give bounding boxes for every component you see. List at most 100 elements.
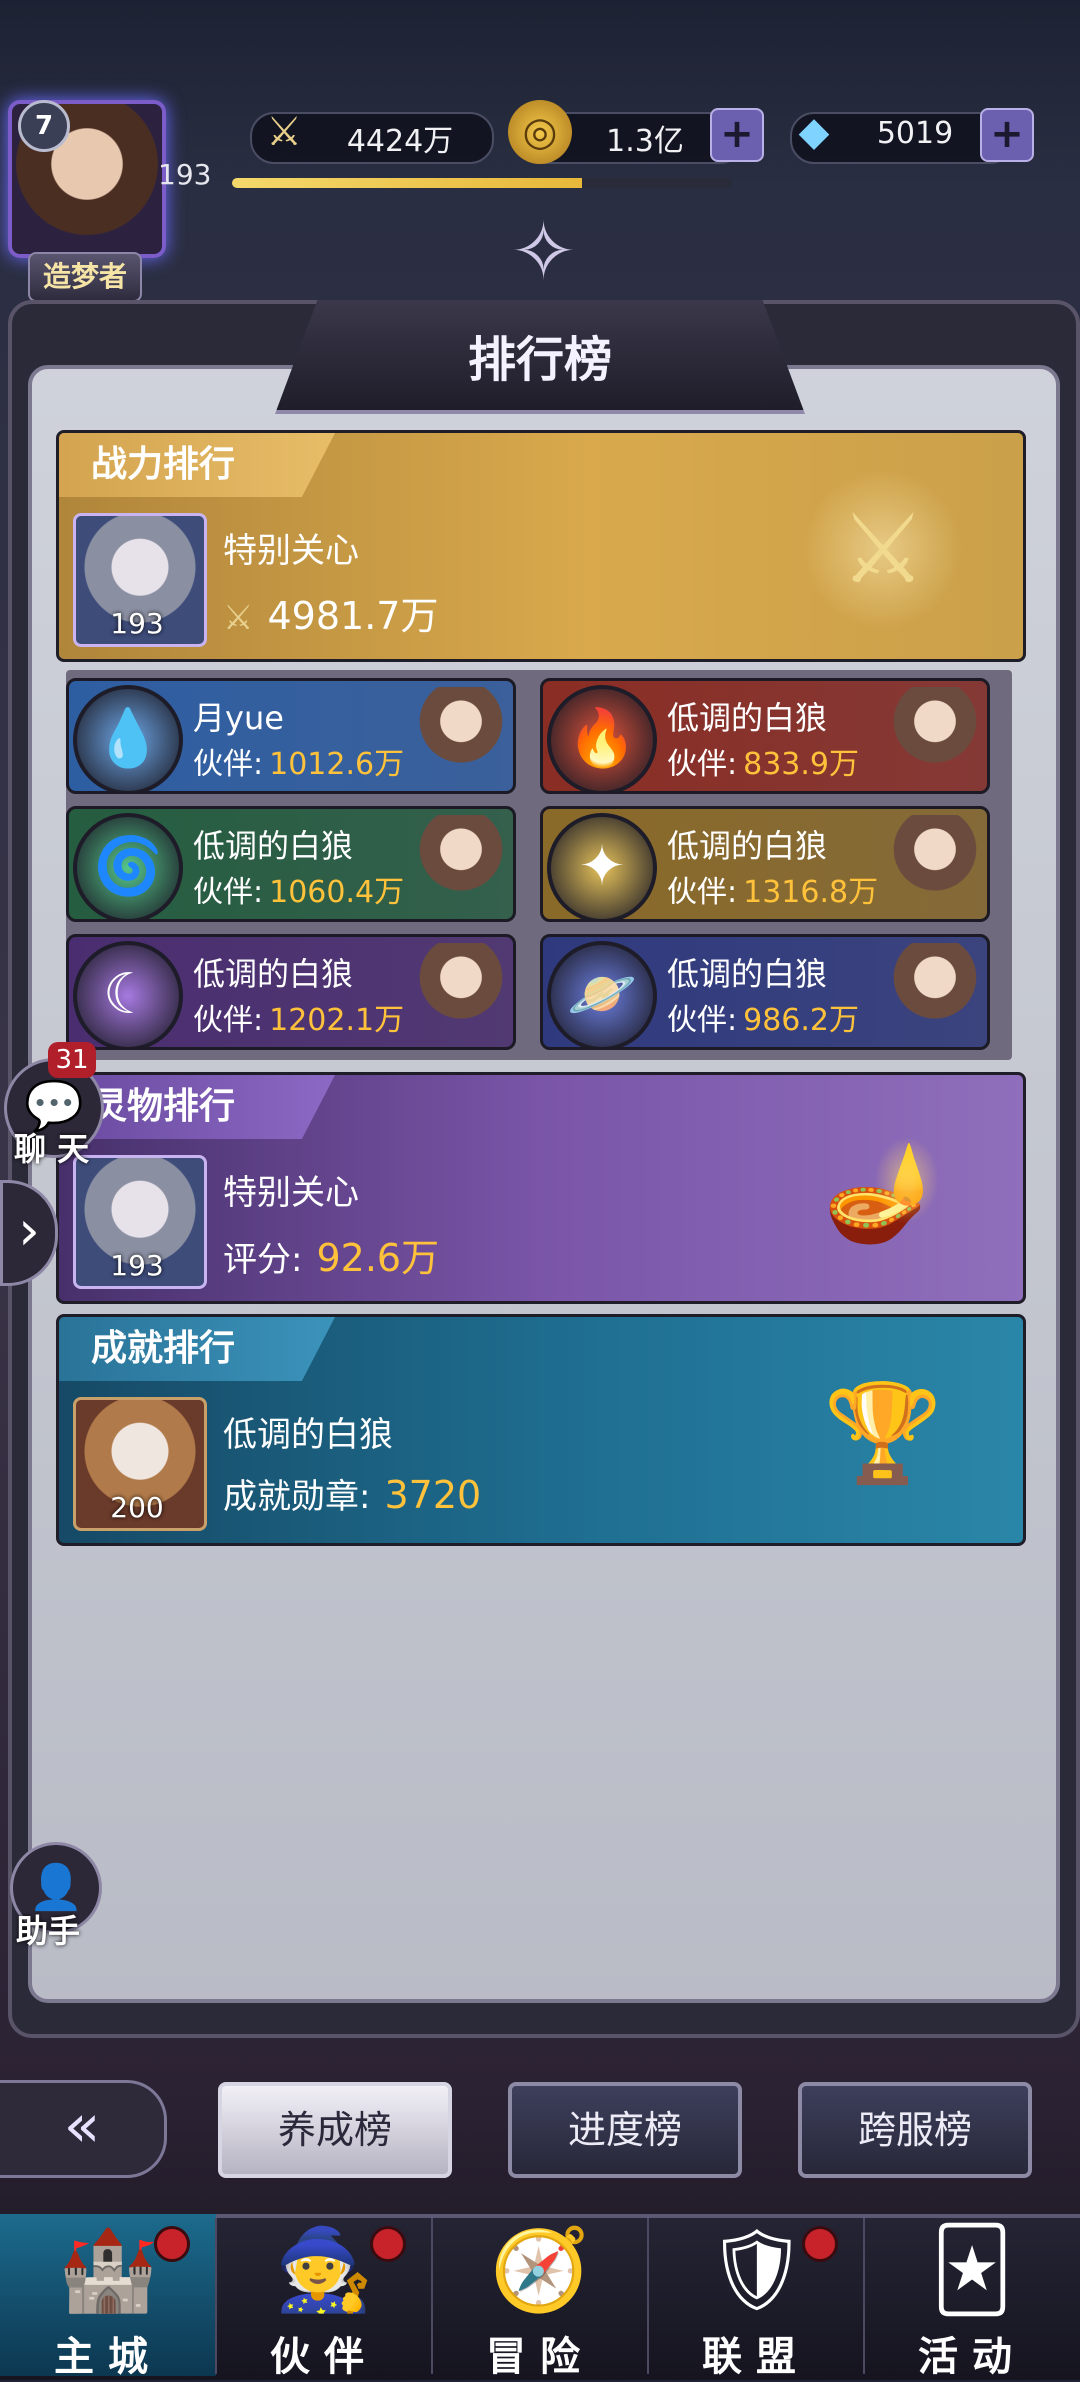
- dark-icon: ☾: [73, 941, 183, 1047]
- element-rank-fire[interactable]: 🔥 低调的白狼 伙伴: 833.9万: [540, 678, 990, 794]
- add-diamond-button[interactable]: +: [980, 108, 1034, 162]
- header-ornament-icon: ✧: [510, 205, 578, 298]
- partner-stat: 伙伴: 986.2万: [667, 995, 859, 1039]
- achievement-ranking-card[interactable]: 成就排行 200 低调的白狼 成就勋章: 3720 🏆: [56, 1314, 1026, 1546]
- player-name: 月yue: [193, 699, 284, 737]
- nav-separator: [647, 2218, 649, 2374]
- add-gold-button[interactable]: +: [710, 108, 764, 162]
- partner-stat: 伙伴: 1202.1万: [193, 995, 404, 1039]
- player-level: 193: [158, 158, 212, 191]
- partner-value: 1202.1万: [269, 1003, 405, 1038]
- page-title: 排行榜: [467, 332, 612, 388]
- tab-growth[interactable]: 养成榜: [218, 2082, 452, 2178]
- gold-coin-icon: ◎: [508, 100, 572, 164]
- element-rank-wind[interactable]: 🌀 低调的白狼 伙伴: 1060.4万: [66, 806, 516, 922]
- partner-stat: 伙伴: 1316.8万: [667, 867, 878, 911]
- element-ranking-grid: 💧 月yue 伙伴: 1012.6万 🔥 低调的白狼 伙伴: 833.9万 🌀 低调的白狼 伙伴: 1…: [66, 670, 1012, 1060]
- wind-icon: 🌀: [73, 813, 183, 919]
- sword-emblem-icon: ⚔: [803, 469, 963, 629]
- element-rank-cosmic[interactable]: 🪐 低调的白狼 伙伴: 986.2万: [540, 934, 990, 1050]
- nav-event[interactable]: 🃏 活动: [864, 2214, 1080, 2380]
- partner-label: 伙伴:: [667, 875, 738, 910]
- nav-label: 主城: [54, 2333, 162, 2380]
- partner-label: 伙伴:: [193, 1003, 264, 1038]
- player-name: 低调的白狼: [223, 1415, 393, 1455]
- nav-label: 伙伴: [270, 2333, 378, 2380]
- partner-value: 1316.8万: [743, 875, 879, 910]
- partner-portrait: [889, 815, 981, 913]
- element-rank-water[interactable]: 💧 月yue 伙伴: 1012.6万: [66, 678, 516, 794]
- sword-icon: ⚔: [223, 598, 254, 638]
- player-name: 低调的白狼: [193, 827, 354, 865]
- power-stat: ⚔ 4981.7万: [223, 585, 438, 640]
- nav-alliance[interactable]: 🛡 联盟: [648, 2214, 864, 2380]
- achievement-stat: 成就勋章: 3720: [223, 1469, 481, 1518]
- player-title: 造梦者: [28, 252, 142, 302]
- partner-icon: 🧙: [274, 2223, 374, 2316]
- sword-icon: ⚔: [266, 109, 302, 155]
- chevron-right-icon: ›: [18, 1199, 40, 1262]
- nav-label: 冒险: [486, 2333, 594, 2380]
- element-rank-light[interactable]: ✦ 低调的白狼 伙伴: 1316.8万: [540, 806, 990, 922]
- score-label: 评分:: [223, 1240, 303, 1280]
- nav-label: 联盟: [702, 2333, 810, 2380]
- diamond-value: 5019: [876, 116, 954, 151]
- nav-label: 活动: [918, 2333, 1026, 2380]
- partner-label: 伙伴:: [193, 875, 264, 910]
- score-value: 92.6万: [316, 1236, 440, 1280]
- partner-stat: 伙伴: 1012.6万: [193, 739, 404, 783]
- player-name: 低调的白狼: [667, 699, 828, 737]
- partner-value: 833.9万: [743, 747, 859, 782]
- player-name: 低调的白狼: [193, 955, 354, 993]
- partner-value: 986.2万: [743, 1003, 859, 1038]
- achievement-label: 成就勋章:: [223, 1477, 371, 1517]
- nav-separator: [431, 2218, 433, 2374]
- partner-portrait: [889, 943, 981, 1041]
- tab-cross-server[interactable]: 跨服榜: [798, 2082, 1032, 2178]
- avatar-level: 193: [110, 607, 164, 640]
- back-arrow-icon: «: [63, 2091, 101, 2161]
- notification-dot: [154, 2226, 190, 2262]
- notification-dot: [370, 2226, 406, 2262]
- diamond-icon: ◆: [798, 109, 830, 155]
- element-rank-dark[interactable]: ☾ 低调的白狼 伙伴: 1202.1万: [66, 934, 516, 1050]
- partner-stat: 伙伴: 833.9万: [667, 739, 859, 783]
- power-ranking-card[interactable]: 战力排行 193 特别关心 ⚔ 4981.7万 ⚔: [56, 430, 1026, 662]
- partner-stat: 伙伴: 1060.4万: [193, 867, 404, 911]
- tab-progress[interactable]: 进度榜: [508, 2082, 742, 2178]
- partner-label: 伙伴:: [667, 1003, 738, 1038]
- partner-portrait: [889, 687, 981, 785]
- avatar-level: 200: [110, 1491, 164, 1524]
- nav-castle[interactable]: 🏰 主城: [0, 2214, 216, 2380]
- power-value: 4424万: [346, 124, 454, 159]
- player-name: 特别关心: [223, 1173, 359, 1213]
- castle-icon: 🏰: [58, 2223, 158, 2316]
- xp-bar: [232, 178, 732, 188]
- player-name: 特别关心: [223, 531, 359, 571]
- achievement-ranking-title: 成就排行: [59, 1317, 336, 1381]
- power-ranking-title: 战力排行: [59, 433, 336, 497]
- chat-label: 聊 天: [14, 1130, 90, 1168]
- nav-adventure[interactable]: 🧭 冒险: [432, 2214, 648, 2380]
- cosmic-icon: 🪐: [547, 941, 657, 1047]
- player-name: 低调的白狼: [667, 827, 828, 865]
- nav-separator: [215, 2218, 217, 2374]
- water-icon: 💧: [73, 685, 183, 791]
- light-icon: ✦: [547, 813, 657, 919]
- partner-portrait: [415, 815, 507, 913]
- partner-portrait: [415, 943, 507, 1041]
- back-button[interactable]: «: [0, 2080, 167, 2178]
- player-name: 低调的白狼: [667, 955, 828, 993]
- power-value: 4981.7万: [267, 594, 439, 638]
- adventure-icon: 🧭: [490, 2223, 590, 2316]
- chat-unread-badge: 31: [48, 1042, 96, 1078]
- spirit-ranking-card[interactable]: 灵物排行 193 特别关心 评分: 92.6万 🪔: [56, 1072, 1026, 1304]
- partner-portrait: [415, 687, 507, 785]
- partner-value: 1060.4万: [269, 875, 405, 910]
- achievement-value: 3720: [384, 1473, 482, 1517]
- nav-partner[interactable]: 🧙 伙伴: [216, 2214, 432, 2380]
- partner-value: 1012.6万: [269, 747, 405, 782]
- event-icon: 🃏: [931, 2223, 1013, 2316]
- avatar-level: 193: [110, 1249, 164, 1282]
- trophy-emblem-icon: 🏆: [823, 1377, 943, 1489]
